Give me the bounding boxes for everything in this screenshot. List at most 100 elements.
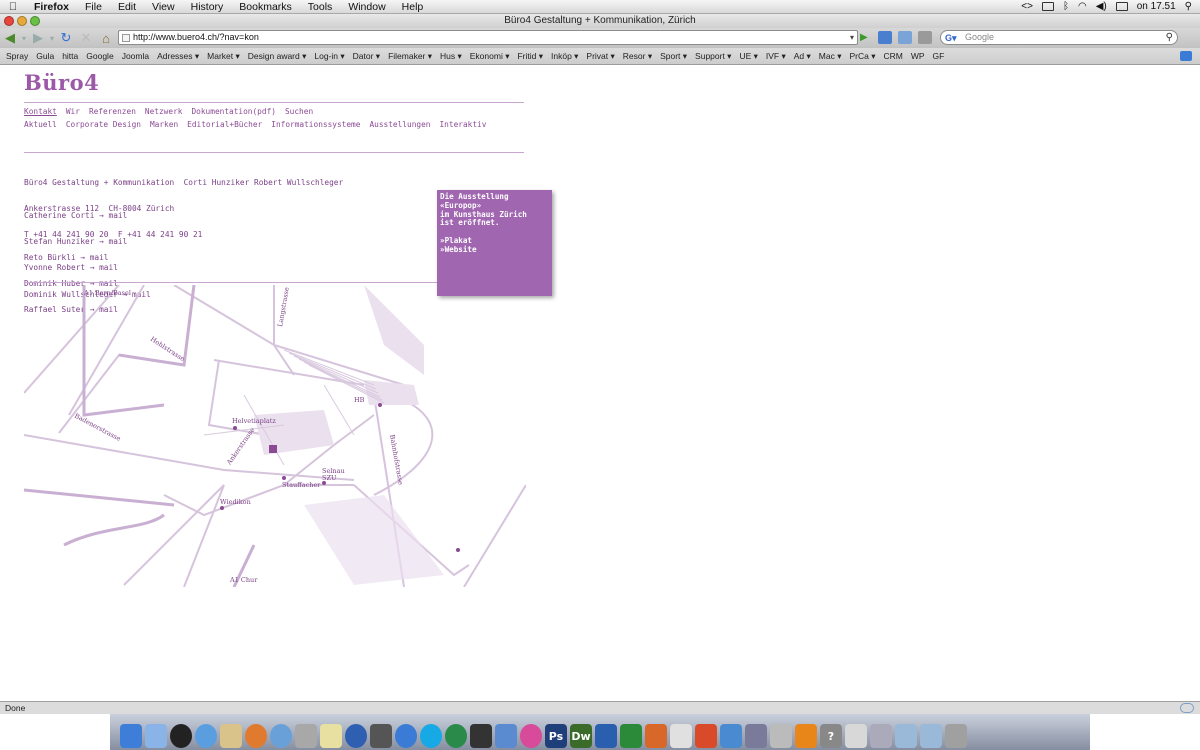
- bookmark-folder[interactable]: Fritid ▾: [517, 51, 543, 62]
- nav-ausstellungen[interactable]: Ausstellungen: [369, 120, 430, 129]
- preferences-icon[interactable]: [845, 724, 867, 748]
- powerpoint-icon[interactable]: [645, 724, 667, 748]
- wifi-icon[interactable]: ◠: [1078, 1, 1087, 12]
- menu-tools[interactable]: Tools: [300, 1, 341, 13]
- zoom-window-icon[interactable]: [30, 16, 40, 26]
- menu-bookmarks[interactable]: Bookmarks: [231, 1, 300, 13]
- display-icon[interactable]: [1041, 2, 1054, 11]
- rss-icon[interactable]: [1180, 51, 1192, 61]
- menu-file[interactable]: File: [77, 1, 110, 13]
- bookmark-folder[interactable]: Hus ▾: [440, 51, 462, 62]
- url-bar[interactable]: http://www.buero4.ch/?nav=kon ▾: [118, 30, 858, 45]
- clock-icon[interactable]: [170, 724, 192, 748]
- finder-icon[interactable]: [120, 724, 142, 748]
- word-icon[interactable]: [595, 724, 617, 748]
- bookmark-folder[interactable]: Privat ▾: [586, 51, 614, 62]
- code-icon[interactable]: <>: [1021, 1, 1033, 12]
- bookmark-folder[interactable]: Sport ▾: [660, 51, 687, 62]
- bookmark-panel-icon[interactable]: [878, 31, 892, 44]
- nav-editorial[interactable]: Editorial+Bücher: [187, 120, 262, 129]
- clock[interactable]: on 17.51: [1137, 1, 1176, 12]
- forward-arrow-icon[interactable]: ▶: [28, 29, 48, 47]
- nav-dokumentation[interactable]: Dokumentation(pdf): [191, 107, 276, 116]
- bookmark-item[interactable]: Google: [86, 51, 113, 61]
- bookmark-folder[interactable]: Inköp ▾: [551, 51, 578, 62]
- menu-app-name[interactable]: Firefox: [26, 1, 77, 13]
- trash-icon[interactable]: [945, 724, 967, 748]
- bookmark-item[interactable]: WP: [911, 51, 925, 61]
- nav-referenzen[interactable]: Referenzen: [89, 107, 136, 116]
- sync-icon[interactable]: [1180, 703, 1194, 713]
- documents-folder-icon[interactable]: [920, 724, 942, 748]
- close-window-icon[interactable]: [4, 16, 14, 26]
- nav-corporate-design[interactable]: Corporate Design: [66, 120, 141, 129]
- disk-icon[interactable]: [870, 724, 892, 748]
- vlc-icon[interactable]: [795, 724, 817, 748]
- bookmark-folder[interactable]: Filemaker ▾: [388, 51, 432, 62]
- utility-icon[interactable]: [370, 724, 392, 748]
- downloads-folder-icon[interactable]: [895, 724, 917, 748]
- bookmark-folder[interactable]: Ad ▾: [794, 51, 811, 62]
- help-icon[interactable]: ?: [820, 724, 842, 748]
- itunes-icon[interactable]: [270, 724, 292, 748]
- bookmark-item[interactable]: Joomla: [122, 51, 149, 61]
- google-engine-icon[interactable]: G▾: [945, 32, 957, 45]
- bookmark-item[interactable]: Gula: [36, 51, 54, 61]
- stop-icon[interactable]: ✕: [76, 29, 96, 47]
- database-icon[interactable]: [770, 724, 792, 748]
- menu-window[interactable]: Window: [340, 1, 393, 13]
- spotlight-icon[interactable]: ⚲: [1185, 1, 1192, 12]
- nav-informationssysteme[interactable]: Informationssysteme: [271, 120, 360, 129]
- nav-suchen[interactable]: Suchen: [285, 107, 313, 116]
- bookmark-folder[interactable]: Log-in ▾: [314, 51, 344, 62]
- bookmark-item[interactable]: CRM: [883, 51, 902, 61]
- search-bar[interactable]: G▾ Google ⚲: [940, 30, 1178, 45]
- menu-history[interactable]: History: [183, 1, 232, 13]
- nav-aktuell[interactable]: Aktuell: [24, 120, 57, 129]
- pinwheel-icon[interactable]: [520, 724, 542, 748]
- bookmark-folder[interactable]: Mac ▾: [819, 51, 842, 62]
- firefox-icon[interactable]: [245, 724, 267, 748]
- bookmark-folder[interactable]: PrCa ▾: [849, 51, 875, 62]
- safari-icon[interactable]: [195, 724, 217, 748]
- excel-icon[interactable]: [620, 724, 642, 748]
- home-icon[interactable]: ⌂: [96, 29, 116, 47]
- xcode-icon[interactable]: [495, 724, 517, 748]
- forward-history-chevron-icon[interactable]: ▾: [48, 29, 56, 47]
- apple-menu-icon[interactable]: : [0, 1, 26, 13]
- back-arrow-icon[interactable]: ◀: [0, 29, 20, 47]
- bookmark-folder[interactable]: Adresses ▾: [157, 51, 199, 62]
- bookmark-folder[interactable]: Ekonomi ▾: [470, 51, 510, 62]
- bookmark-folder[interactable]: Design award ▾: [248, 51, 307, 62]
- site-logo[interactable]: Büro4: [24, 70, 99, 95]
- menu-edit[interactable]: Edit: [110, 1, 144, 13]
- person-mail-link[interactable]: Catherine Corti → mail: [24, 211, 151, 221]
- url-dropdown-icon[interactable]: ▾: [850, 31, 854, 44]
- entourage-icon[interactable]: [695, 724, 717, 748]
- website-link[interactable]: »Website: [440, 245, 549, 255]
- menu-help[interactable]: Help: [394, 1, 432, 13]
- terminal-icon[interactable]: [470, 724, 492, 748]
- mail-icon[interactable]: [145, 724, 167, 748]
- bookmark-folder[interactable]: IVF ▾: [766, 51, 786, 62]
- iphoto-icon[interactable]: [295, 724, 317, 748]
- bluetooth-icon[interactable]: ᛒ: [1063, 1, 1069, 12]
- bookmark-folder[interactable]: Dator ▾: [353, 51, 380, 62]
- pen-tool-icon[interactable]: [745, 724, 767, 748]
- bookmark-item[interactable]: hitta: [62, 51, 78, 61]
- globe-icon[interactable]: [395, 724, 417, 748]
- calendar-icon[interactable]: [670, 724, 692, 748]
- chart-app-icon[interactable]: [720, 724, 742, 748]
- photoshop-icon[interactable]: Ps: [545, 724, 567, 748]
- nav-marken[interactable]: Marken: [150, 120, 178, 129]
- menu-view[interactable]: View: [144, 1, 183, 13]
- back-history-chevron-icon[interactable]: ▾: [20, 29, 28, 47]
- nav-interaktiv[interactable]: Interaktiv: [439, 120, 486, 129]
- print-icon[interactable]: [918, 31, 932, 44]
- volume-icon[interactable]: ◀): [1096, 1, 1107, 12]
- person-mail-link[interactable]: Reto Bürkli → mail: [24, 253, 118, 263]
- nav-netzwerk[interactable]: Netzwerk: [145, 107, 183, 116]
- preview-icon[interactable]: [220, 724, 242, 748]
- bookmark-item[interactable]: GF: [933, 51, 945, 61]
- games-icon[interactable]: [320, 724, 342, 748]
